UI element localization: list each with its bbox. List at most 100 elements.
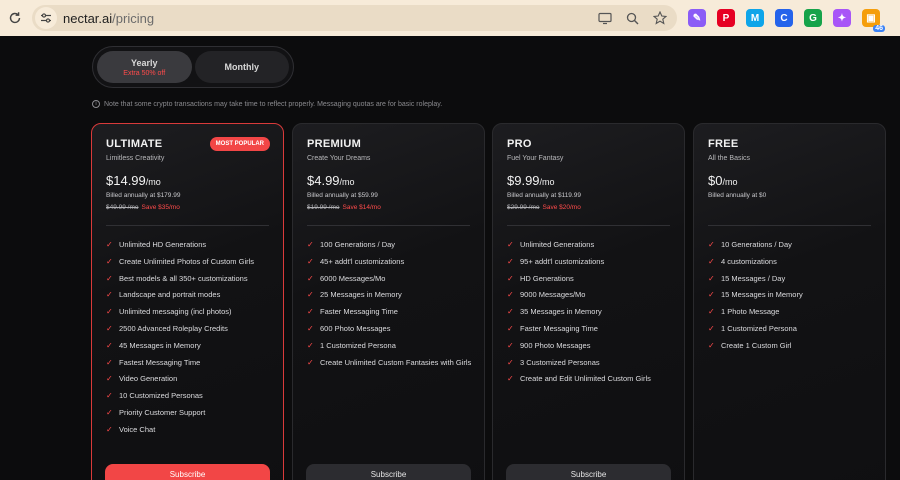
info-icon: i [92,100,100,108]
extensions-bar: ✎ P M C G ✦ ▣ 46 [688,5,885,32]
divider [307,225,470,226]
feature-text: 3 Customized Personas [520,357,600,367]
feature-text: HD Generations [520,273,574,283]
check-icon: ✓ [507,256,514,266]
feature-text: Unlimited HD Generations [119,240,207,249]
billed-annually-text: Billed annually at $0 [708,192,767,199]
url-text[interactable]: nectar.ai/pricing [63,11,154,26]
check-icon: ✓ [106,340,113,350]
check-icon: ✓ [307,290,314,300]
original-price: $19.99 /mo [307,204,340,211]
feature-item: ✓ 15 Messages in Memory [708,289,875,301]
billed-annually-text: Billed annually at $119.99 [507,192,581,199]
feature-text: 10 Customized Personas [119,391,203,401]
price-period: /mo [145,177,161,187]
feature-item: ✓ 10 Generations / Day [708,239,875,251]
price-period: /mo [722,177,738,187]
feature-text: 600 Photo Messages [320,323,391,333]
feature-text: 100 Generations / Day [320,240,396,249]
bookmark-star-icon[interactable] [653,11,667,25]
yearly-option[interactable]: Yearly Extra 50% off [97,51,192,83]
feature-item: ✓ 45 Messages in Memory [106,340,273,352]
plan-card-free: FREE All the Basics $0/mo Billed annually a… [693,123,886,480]
check-icon: ✓ [507,290,514,300]
check-icon: ✓ [708,307,715,317]
feature-text: Unlimited Generations [520,240,595,249]
badge-extension-icon[interactable]: ▣ 46 [862,9,885,32]
feather-pen-icon[interactable]: ✎ [688,9,706,27]
feature-item: ✓ Faster Messaging Time [507,323,674,335]
reload-icon[interactable] [2,5,28,31]
check-icon: ✓ [507,340,514,350]
note-text: Note that some crypto transactions may t… [104,100,443,108]
feature-item: ✓ Best models & all 350+ customizations [106,273,273,285]
feature-list: ✓ 100 Generations / Day ✓ 45+ addt'l custom… [307,239,474,373]
check-icon: ✓ [106,240,113,249]
feature-item: ✓ Unlimited HD Generations [106,239,273,251]
check-icon: ✓ [708,323,715,333]
divider [106,225,269,226]
address-bar[interactable]: nectar.ai/pricing [32,5,677,31]
zoom-icon[interactable] [626,12,639,25]
feature-text: 35 Messages in Memory [520,307,602,317]
feature-item: ✓ 4 customizations [708,256,875,268]
plan-name: PRO [507,138,532,150]
divider [708,225,871,226]
feature-item: ✓ 95+ addt'l customizations [507,256,674,268]
site-settings-icon[interactable] [35,7,57,29]
savings-text: Save $14/mo [342,204,381,211]
feature-text: 4 customizations [721,256,777,266]
subscribe-button[interactable]: Subscribe [506,464,671,480]
subscribe-button[interactable]: Subscribe [105,464,270,480]
feature-text: Create 1 Custom Girl [721,340,792,350]
check-icon: ✓ [106,323,113,333]
check-icon: ✓ [106,256,113,266]
plan-name: FREE [708,138,739,150]
puzzle-app-icon[interactable]: ✦ [833,9,851,27]
feature-text: Voice Chat [119,424,156,434]
subscribe-button[interactable]: Subscribe [306,464,471,480]
check-icon: ✓ [307,307,314,317]
url-path: /pricing [112,10,155,26]
feature-text: 45+ addt'l customizations [320,256,405,266]
feature-text: 15 Messages / Day [721,273,786,283]
plan-card-pro: PRO Fuel Your Fantasy $9.99/mo Billed annua… [492,123,685,480]
feature-text: Create Unlimited Photos of Custom Girls [119,256,255,266]
feature-text: 1 Customized Persona [320,340,396,350]
url-domain: nectar.ai [63,10,113,26]
price-amount: $14.99 [106,173,146,188]
plan-price: $14.99/mo [106,173,269,188]
check-icon: ✓ [507,273,514,283]
feature-item: ✓ Landscape and portrait modes [106,289,273,301]
feature-text: 10 Generations / Day [721,240,792,249]
feature-item: ✓ 600 Photo Messages [307,323,474,335]
pinterest-icon[interactable]: P [717,9,735,27]
check-icon: ✓ [106,391,113,401]
feature-item: ✓ Fastest Messaging Time [106,357,273,369]
feature-item: ✓ 1 Customized Persona [708,323,875,335]
plan-tagline: All the Basics [708,155,751,162]
billed-annually-text: Billed annually at $179.99 [106,192,181,199]
color-picker-icon[interactable]: C [775,9,793,27]
feature-list: ✓ Unlimited Generations ✓ 95+ addt'l custom… [507,239,674,390]
plan-price: $0/mo [708,173,871,188]
feature-text: Create Unlimited Custom Fantasies with G… [320,357,472,367]
feature-text: Unlimited messaging (incl photos) [119,307,232,317]
grammarly-icon[interactable]: G [804,9,822,27]
extension-badge: 46 [873,25,885,32]
feature-text: 6000 Messages/Mo [320,273,386,283]
monthly-option[interactable]: Monthly [194,51,289,83]
plan-price: $4.99/mo [307,173,470,188]
yearly-label: Yearly [130,57,158,68]
screen-cast-icon[interactable] [598,12,612,25]
check-icon: ✓ [708,240,715,249]
feature-text: Create and Edit Unlimited Custom Girls [520,374,651,384]
plan-tagline: Create Your Dreams [307,155,371,162]
feature-item: ✓ 6000 Messages/Mo [307,273,474,285]
plan-price: $9.99/mo [507,173,670,188]
price-amount: $0 [708,173,723,188]
check-icon: ✓ [708,340,715,350]
feature-item: ✓ Voice Chat [106,424,273,436]
feature-item: ✓ Create 1 Custom Girl [708,340,875,352]
m-extension-icon[interactable]: M [746,9,764,27]
